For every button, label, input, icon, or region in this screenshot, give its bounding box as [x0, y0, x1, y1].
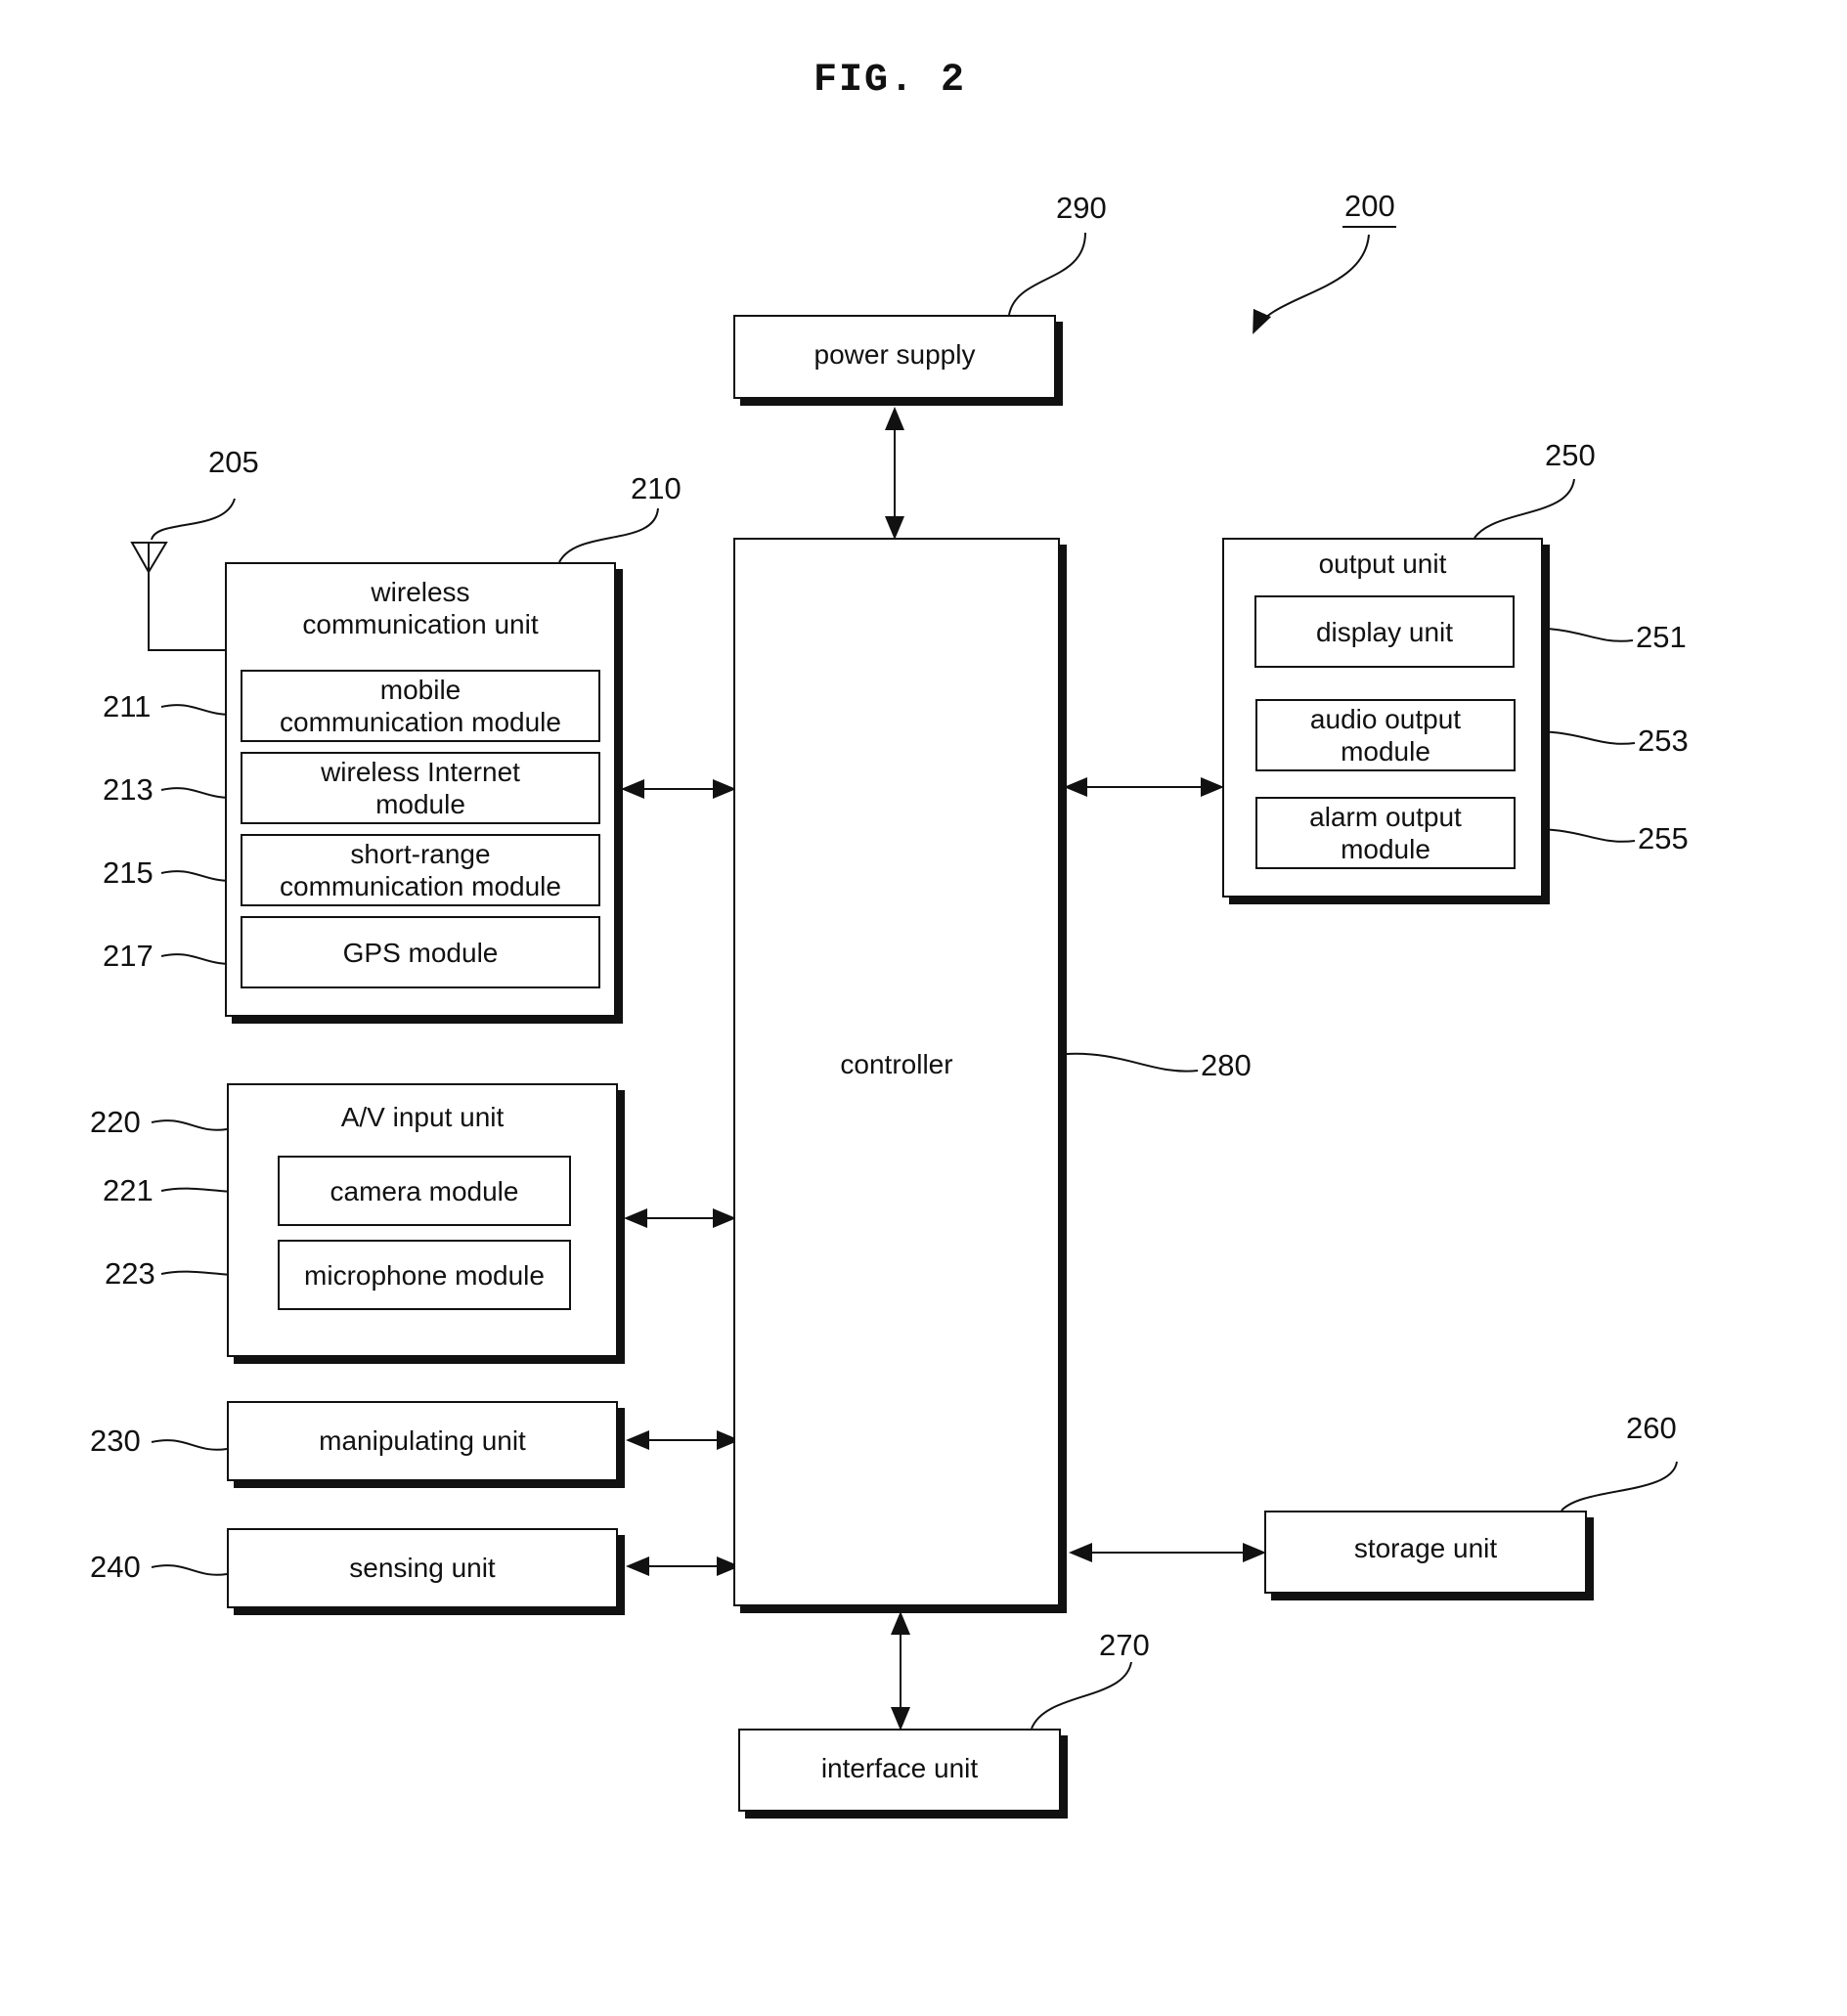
- ref-240: 240: [90, 1550, 141, 1584]
- module-217-label: GPS module: [342, 937, 499, 968]
- ref-255: 255: [1638, 821, 1689, 855]
- audio-output-module: audio output module: [1255, 699, 1516, 771]
- interface-unit-label: interface unit: [820, 1753, 979, 1783]
- block-diagram: FIG. 2 200 290 205 210 250 power supply …: [0, 0, 1847, 2016]
- interface-unit-block: interface unit: [738, 1729, 1061, 1812]
- ref-260: 260: [1626, 1411, 1677, 1445]
- manipulating-unit-block: manipulating unit: [227, 1401, 618, 1481]
- storage-unit-block: storage unit: [1264, 1511, 1587, 1594]
- module-211: mobile communication module: [241, 670, 600, 742]
- module-213-label: wireless Internet module: [321, 757, 520, 819]
- manipulating-unit-label: manipulating unit: [319, 1425, 526, 1456]
- sensing-unit-block: sensing unit: [227, 1528, 618, 1608]
- ref-217: 217: [103, 939, 154, 973]
- camera-module-label: camera module: [330, 1175, 519, 1206]
- ref-215: 215: [103, 855, 154, 890]
- ref-220: 220: [90, 1105, 141, 1139]
- output-unit-block: output unit display unit audio output mo…: [1222, 538, 1543, 898]
- module-211-label: mobile communication module: [280, 675, 561, 737]
- display-unit-label: display unit: [1315, 616, 1454, 647]
- ref-290: 290: [1056, 191, 1107, 225]
- av-input-unit-label: A/V input unit: [340, 1102, 505, 1132]
- ref-251: 251: [1636, 620, 1687, 654]
- storage-unit-label: storage unit: [1353, 1533, 1498, 1563]
- ref-213: 213: [103, 772, 154, 807]
- power-supply-label: power supply: [814, 339, 976, 370]
- ref-270: 270: [1099, 1628, 1150, 1662]
- microphone-module: microphone module: [278, 1240, 571, 1310]
- alarm-output-module: alarm output module: [1255, 797, 1516, 869]
- wireless-communication-unit-label: wireless communication unit: [302, 577, 539, 639]
- ref-210: 210: [631, 471, 682, 505]
- leader-200: [1253, 234, 1370, 334]
- output-unit-label: output unit: [1318, 548, 1447, 579]
- module-213: wireless Internet module: [241, 752, 600, 824]
- camera-module: camera module: [278, 1156, 571, 1226]
- ref-280: 280: [1201, 1048, 1252, 1082]
- ref-221: 221: [103, 1173, 154, 1207]
- av-input-unit-block: A/V input unit camera module microphone …: [227, 1083, 618, 1357]
- power-supply-block: power supply: [733, 315, 1056, 399]
- audio-output-module-label: audio output module: [1309, 704, 1462, 767]
- module-217: GPS module: [241, 916, 600, 988]
- microphone-module-label: microphone module: [304, 1259, 545, 1291]
- wireless-communication-unit-block: wireless communication unit mobile commu…: [225, 562, 616, 1017]
- ref-205: 205: [208, 445, 259, 479]
- module-215: short-range communication module: [241, 834, 600, 906]
- ref-200: 200: [1344, 189, 1395, 223]
- ref-253: 253: [1638, 723, 1689, 758]
- ref-223: 223: [105, 1256, 155, 1291]
- display-unit: display unit: [1254, 595, 1515, 668]
- ref-250: 250: [1545, 438, 1596, 472]
- module-215-label: short-range communication module: [280, 839, 561, 901]
- ref-211: 211: [103, 689, 152, 723]
- ref-230: 230: [90, 1424, 141, 1458]
- controller-label: controller: [840, 1049, 953, 1079]
- controller-block: controller: [733, 538, 1060, 1606]
- alarm-output-module-label: alarm output module: [1309, 802, 1462, 864]
- sensing-unit-label: sensing unit: [349, 1553, 496, 1583]
